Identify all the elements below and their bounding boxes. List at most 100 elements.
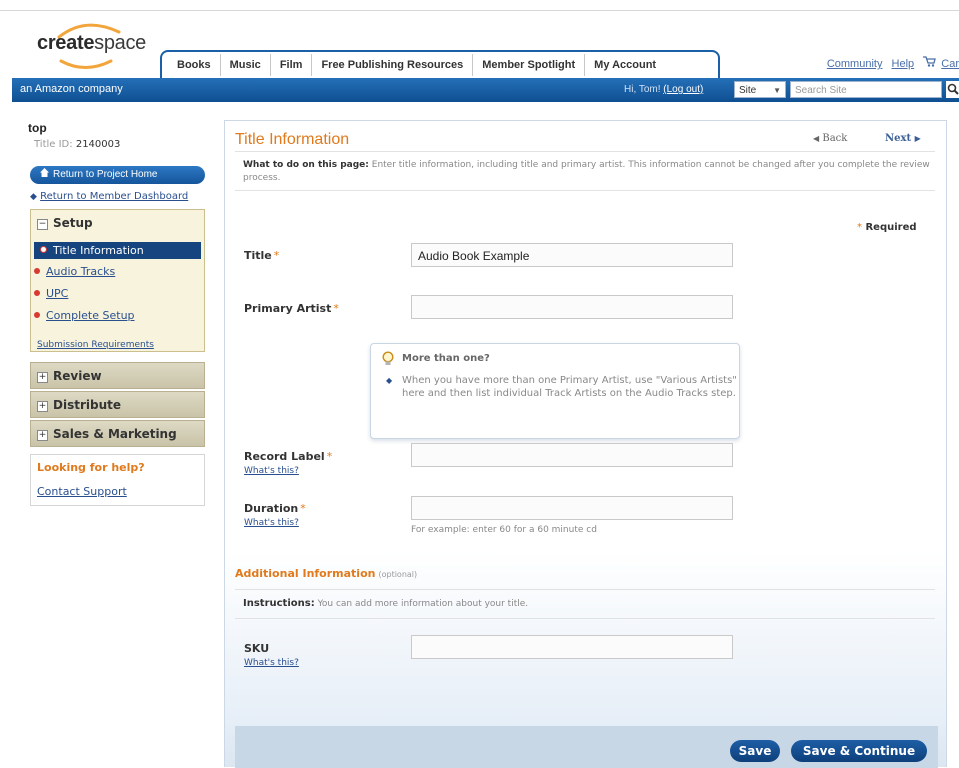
setup-label: Setup bbox=[53, 216, 93, 230]
primary-artist-label-text: Primary Artist bbox=[244, 302, 332, 315]
sku-input[interactable] bbox=[411, 635, 733, 659]
chevron-down-icon: ▼ bbox=[773, 86, 781, 95]
instructions: Instructions: You can add more informati… bbox=[235, 589, 935, 619]
amazon-company-label: an Amazon company bbox=[20, 83, 123, 95]
setup-section: − Setup Title Information Audio Tracks UP… bbox=[30, 209, 205, 352]
nav-title-information[interactable]: Title Information bbox=[34, 242, 201, 259]
search-icon[interactable] bbox=[946, 81, 959, 98]
help-link[interactable]: Help bbox=[892, 58, 915, 70]
contact-support-link[interactable]: Contact Support bbox=[37, 485, 127, 498]
tab-music[interactable]: Music bbox=[220, 54, 271, 76]
main-panel: Title Information ◀ Back Next ▶ What to … bbox=[224, 120, 947, 768]
cart-icon[interactable] bbox=[923, 56, 937, 70]
expand-icon: + bbox=[37, 430, 48, 441]
createspace-logo[interactable]: createspace bbox=[35, 22, 155, 72]
diamond-bullet-icon: ◆ bbox=[30, 192, 37, 202]
title-label-text: Title bbox=[244, 249, 272, 262]
tab-free-publishing-resources[interactable]: Free Publishing Resources bbox=[312, 54, 474, 76]
page-title: Title Information bbox=[235, 131, 350, 148]
duration-help-link[interactable]: What's this? bbox=[244, 518, 299, 528]
required-star: * bbox=[300, 502, 306, 515]
title-id: Title ID: 2140003 bbox=[34, 139, 120, 150]
save-button[interactable]: Save bbox=[730, 740, 780, 762]
lightbulb-icon bbox=[382, 351, 394, 365]
logo-smile-icon bbox=[59, 59, 113, 69]
required-note: * Required bbox=[857, 222, 917, 233]
more-than-one-tip: More than one? ◆ When you have more than… bbox=[370, 343, 740, 439]
additional-info-title-text: Additional Information bbox=[235, 567, 376, 580]
sku-help-link[interactable]: What's this? bbox=[244, 658, 299, 668]
distribute-label: Distribute bbox=[53, 398, 121, 412]
main-tabs: Books Music Film Free Publishing Resourc… bbox=[168, 54, 666, 76]
next-arrow-icon: ▶ bbox=[914, 133, 921, 143]
review-section[interactable]: + Review bbox=[30, 362, 205, 389]
status-dot-icon bbox=[40, 246, 47, 253]
status-dot-icon bbox=[34, 268, 40, 274]
intro-label: What to do on this page: bbox=[243, 160, 369, 170]
sales-marketing-label: Sales & Marketing bbox=[53, 427, 177, 441]
logo-text-create: create bbox=[37, 32, 95, 54]
home-icon bbox=[40, 166, 49, 184]
nav-audio-tracks[interactable]: Audio Tracks bbox=[34, 265, 115, 278]
status-dot-icon bbox=[34, 290, 40, 296]
return-dashboard-link[interactable]: Return to Member Dashboard bbox=[40, 191, 188, 202]
record-label-label: Record Label * bbox=[244, 450, 332, 463]
search-scope-select[interactable]: Site ▼ bbox=[734, 81, 786, 98]
help-box: Looking for help? Contact Support bbox=[30, 454, 205, 506]
duration-label: Duration * bbox=[244, 502, 306, 515]
record-label-input[interactable] bbox=[411, 443, 733, 467]
tab-member-spotlight[interactable]: Member Spotlight bbox=[473, 54, 586, 76]
tab-my-account[interactable]: My Account bbox=[585, 54, 666, 76]
instructions-text: You can add more information about your … bbox=[317, 599, 529, 609]
record-label-help-link[interactable]: What's this? bbox=[244, 466, 299, 476]
nav-audio-tracks-label: Audio Tracks bbox=[46, 265, 116, 278]
logout-link[interactable]: (Log out) bbox=[663, 84, 703, 95]
logo-text-space: space bbox=[94, 32, 147, 54]
primary-artist-input[interactable] bbox=[411, 295, 733, 319]
back-button[interactable]: ◀ Back bbox=[813, 133, 847, 144]
tab-books[interactable]: Books bbox=[168, 54, 221, 76]
title-id-value: 2140003 bbox=[75, 139, 121, 150]
return-project-home-label: Return to Project Home bbox=[53, 169, 158, 180]
project-title: top bbox=[28, 121, 47, 135]
title-id-label: Title ID: bbox=[34, 139, 73, 150]
expand-icon: + bbox=[37, 401, 48, 412]
save-continue-button[interactable]: Save & Continue bbox=[791, 740, 927, 762]
nav-complete-setup-label: Complete Setup bbox=[46, 309, 135, 322]
nav-complete-setup[interactable]: Complete Setup bbox=[34, 309, 135, 322]
top-divider bbox=[0, 10, 959, 11]
expand-icon: + bbox=[37, 372, 48, 383]
primary-artist-label: Primary Artist * bbox=[244, 302, 339, 315]
sales-marketing-section[interactable]: + Sales & Marketing bbox=[30, 420, 205, 447]
next-button[interactable]: Next ▶ bbox=[885, 133, 921, 144]
optional-label: (optional) bbox=[378, 570, 418, 579]
button-bar: Save Save & Continue bbox=[235, 726, 938, 768]
nav-upc[interactable]: UPC bbox=[34, 287, 68, 300]
tip-title: More than one? bbox=[402, 353, 490, 364]
page-intro: What to do on this page: Enter title inf… bbox=[235, 151, 935, 191]
required-label: Required bbox=[865, 222, 917, 233]
review-label: Review bbox=[53, 369, 102, 383]
nav-title-information-label: Title Information bbox=[53, 244, 144, 257]
required-star: * bbox=[273, 249, 280, 262]
header-bar: an Amazon company Hi, Tom! (Log out) Sit… bbox=[12, 78, 959, 102]
return-project-home-button[interactable]: Return to Project Home bbox=[30, 166, 205, 184]
setup-header[interactable]: − Setup bbox=[31, 210, 204, 232]
help-title: Looking for help? bbox=[37, 461, 145, 474]
back-label: Back bbox=[822, 133, 848, 144]
required-star: * bbox=[333, 302, 339, 315]
additional-info-title: Additional Information (optional) bbox=[235, 567, 417, 580]
utility-links: Community Help Car bbox=[821, 56, 959, 70]
search-input[interactable]: Search Site bbox=[790, 81, 942, 98]
submission-requirements-link[interactable]: Submission Requirements bbox=[37, 340, 154, 350]
distribute-section[interactable]: + Distribute bbox=[30, 391, 205, 418]
record-label-label-text: Record Label bbox=[244, 450, 325, 463]
tip-body: When you have more than one Primary Arti… bbox=[402, 375, 737, 399]
tab-film[interactable]: Film bbox=[270, 54, 313, 76]
community-link[interactable]: Community bbox=[827, 58, 883, 70]
duration-input[interactable] bbox=[411, 496, 733, 520]
title-label: Title * bbox=[244, 249, 279, 262]
nav-upc-label: UPC bbox=[46, 287, 69, 300]
cart-link[interactable]: Car bbox=[941, 58, 959, 70]
title-input[interactable]: Audio Book Example bbox=[411, 243, 733, 267]
